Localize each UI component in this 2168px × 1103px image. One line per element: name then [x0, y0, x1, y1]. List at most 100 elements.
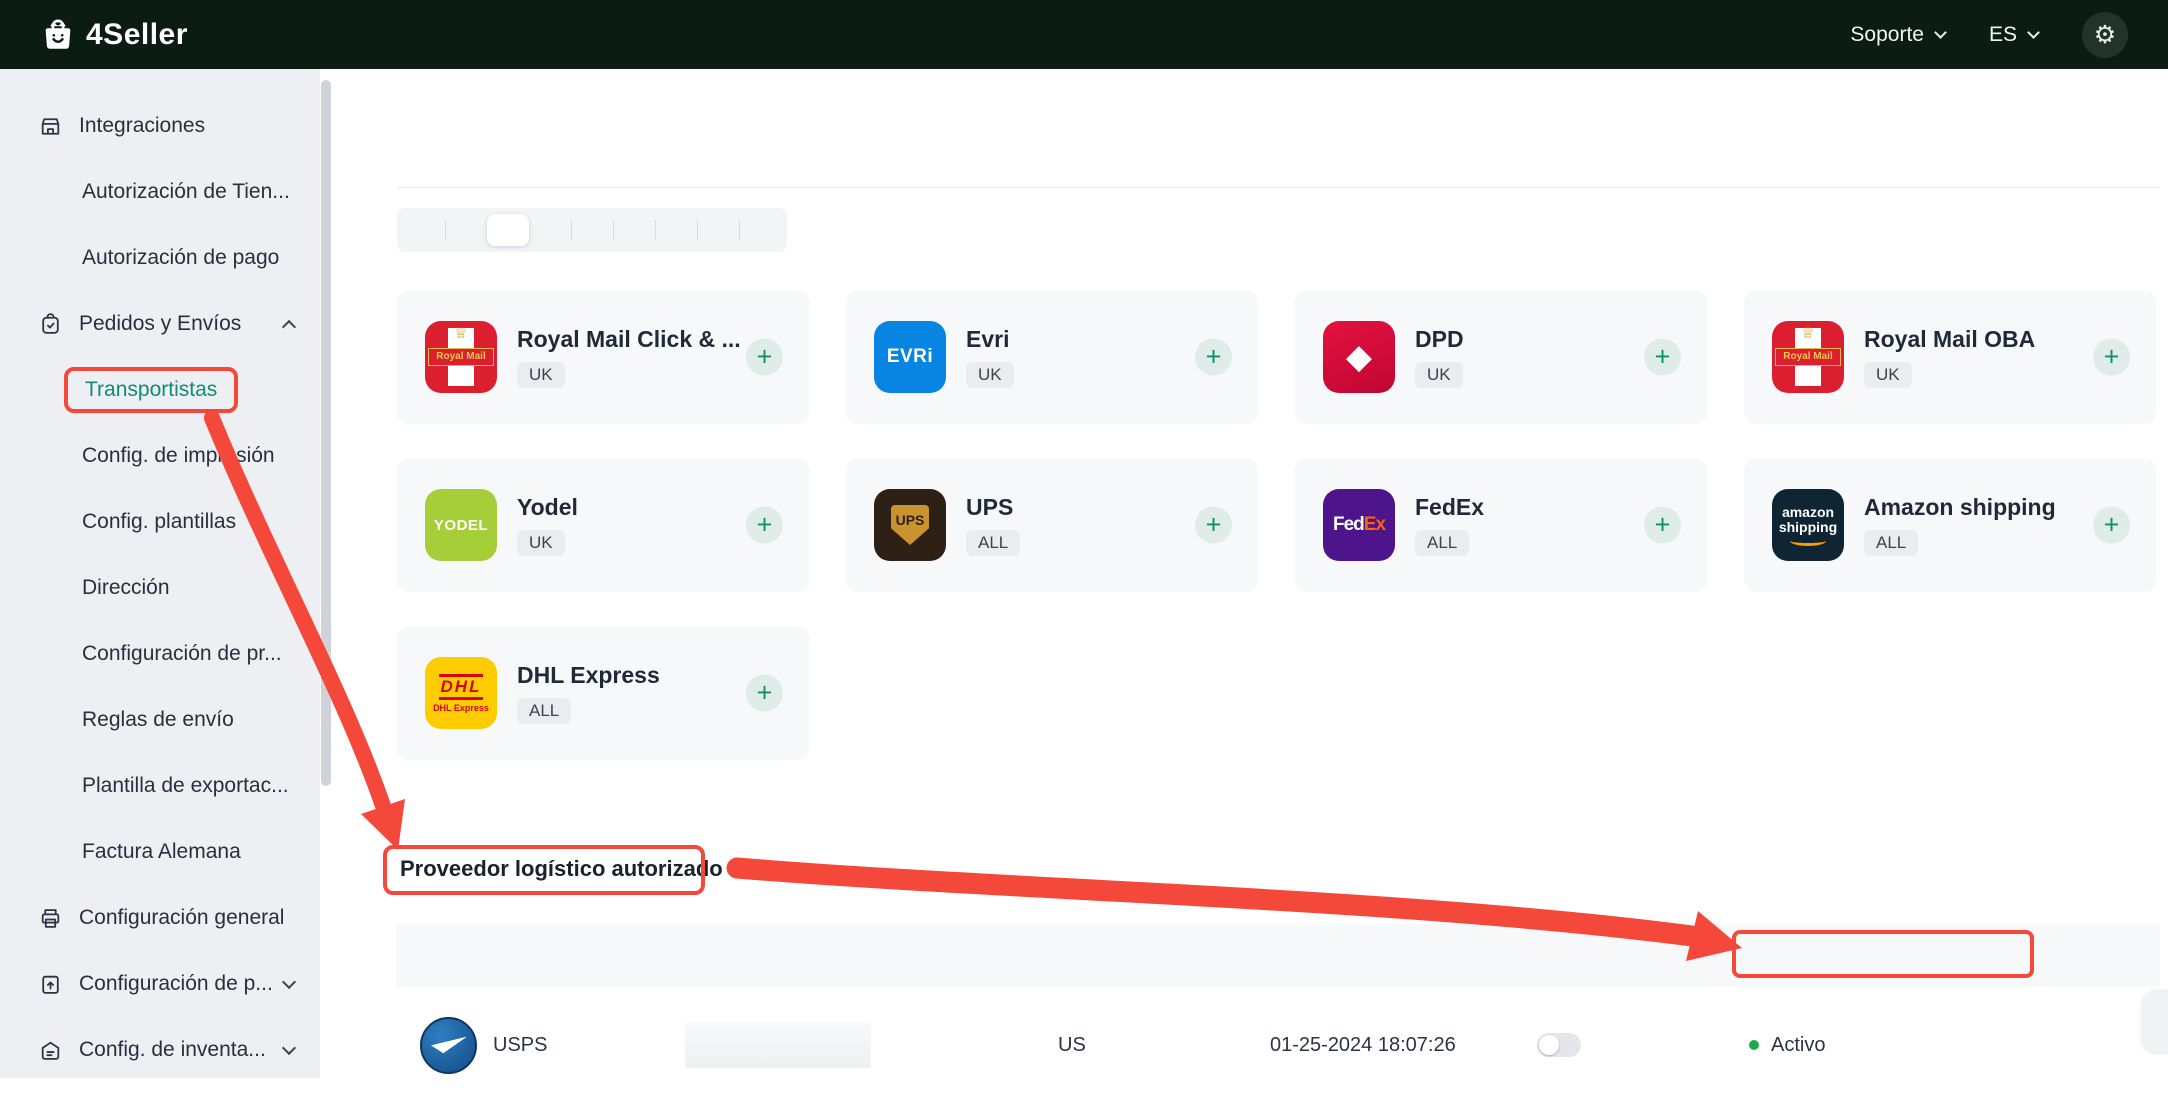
country-filter-chip[interactable]	[613, 214, 655, 246]
add-carrier-button[interactable]: +	[1195, 507, 1232, 544]
edge-floating-widget[interactable]	[2142, 990, 2168, 1052]
carrier-region-tag: UK	[1415, 362, 1463, 388]
carrier-card: Fed Ex FedEx ALL +	[1295, 458, 1707, 592]
logo-text: DHL	[439, 674, 484, 700]
add-carrier-button[interactable]: +	[1644, 339, 1681, 376]
plus-icon: +	[2104, 510, 2120, 540]
settings-button[interactable]: ⚙	[2082, 12, 2128, 58]
enabled-toggle-off[interactable]	[1537, 1033, 1581, 1057]
sidebar-item[interactable]: Reglas de envío	[0, 687, 320, 753]
sidebar-item[interactable]: Config. de impresión	[0, 423, 320, 489]
carrier-info: Evri UK	[966, 326, 1014, 388]
carrier-name: USPS	[493, 1034, 547, 1057]
amazon-smile-icon	[1790, 536, 1826, 546]
sidebar-item[interactable]: Config. plantillas	[0, 489, 320, 555]
country-filter-bar	[397, 208, 787, 252]
carrier-logo: ♕ Royal Mail	[1772, 321, 1844, 393]
add-carrier-button[interactable]: +	[2093, 339, 2130, 376]
carrier-card: ♕ Royal Mail Royal Mail Click & ... UK +	[397, 290, 809, 424]
sidebar-item[interactable]: Configuración general	[0, 885, 320, 951]
sidebar-item-label: Config. de impresión	[82, 444, 275, 468]
add-carrier-button[interactable]: +	[746, 675, 783, 712]
carrier-card: DHL DHL Express DHL Express ALL +	[397, 626, 809, 760]
country-filter-chip[interactable]	[739, 214, 781, 246]
add-carrier-button[interactable]: +	[2093, 507, 2130, 544]
add-carrier-button[interactable]: +	[1195, 339, 1232, 376]
add-carrier-button[interactable]: +	[746, 339, 783, 376]
sidebar-item[interactable]: Dirección	[0, 555, 320, 621]
carrier-logo: UPS	[874, 489, 946, 561]
carrier-info: DPD UK	[1415, 326, 1464, 388]
carrier-region-tag: UK	[1864, 362, 1912, 388]
carrier-card: amazon shipping Amazon shipping ALL +	[1744, 458, 2156, 592]
auth-status-cell: Activo	[1725, 1034, 1937, 1057]
sidebar-item-label: Autorización de pago	[82, 246, 279, 270]
logo-text: YODEL	[434, 517, 488, 534]
sidebar-item-label: Pedidos y Envíos	[79, 312, 241, 336]
logo-text: ◆	[1346, 340, 1372, 374]
sidebar-item[interactable]: Configuración de p...	[0, 951, 320, 1017]
auth-time-cell: 01-25-2024 18:07:26	[1246, 1034, 1513, 1057]
sidebar-scrollbar-thumb[interactable]	[321, 80, 331, 786]
chevron-icon	[282, 1040, 296, 1054]
shopping-bag-logo-icon	[40, 17, 76, 53]
sidebar-item[interactable]: Plantilla de exportac...	[0, 753, 320, 819]
chevron-icon	[282, 974, 296, 988]
logo-text: UPS	[891, 505, 929, 545]
sidebar-item[interactable]: Pedidos y Envíos	[0, 291, 320, 357]
sidebar-item[interactable]: Integraciones	[0, 93, 320, 159]
actions-cell	[1937, 1038, 2160, 1053]
country-filter-chip[interactable]	[697, 214, 739, 246]
top-nav: 4Seller Soporte ES ⚙	[0, 0, 2168, 69]
crown-icon: ♕	[425, 324, 497, 342]
plus-icon: +	[757, 510, 773, 540]
carrier-card: EVRi Evri UK +	[846, 290, 1258, 424]
country-filter-chip[interactable]	[403, 214, 445, 246]
plus-icon: +	[1206, 510, 1222, 540]
sidebar-item[interactable]: Configuración de pr...	[0, 621, 320, 687]
sidebar-item-label: Config. plantillas	[82, 510, 236, 534]
country-filter-chip[interactable]	[445, 214, 487, 246]
gear-icon: ⚙	[2094, 20, 2116, 50]
carrier-name: Evri	[966, 326, 1014, 353]
add-carrier-button[interactable]: +	[746, 507, 783, 544]
carrier-logo: YODEL	[425, 489, 497, 561]
sidebar-item[interactable]: Autorización de Tien...	[0, 159, 320, 225]
status-dot-icon	[1749, 1040, 1759, 1050]
carrier-region-tag: UK	[517, 362, 565, 388]
carrier-card: UPS UPS ALL +	[846, 458, 1258, 592]
sidebar-item-icon	[38, 972, 63, 997]
carrier-info: Royal Mail OBA UK	[1864, 326, 2035, 388]
sidebar-item-label: Plantilla de exportac...	[82, 774, 289, 798]
toggle-knob	[1539, 1035, 1559, 1055]
brand-logo[interactable]: 4Seller	[40, 17, 188, 53]
carrier-card: ◆ DPD UK +	[1295, 290, 1707, 424]
carrier-info: FedEx ALL	[1415, 494, 1484, 556]
carrier-grid: ♕ Royal Mail Royal Mail Click & ... UK +…	[397, 290, 2160, 760]
sidebar-item[interactable]: Transportistas	[0, 357, 320, 423]
carrier-logo: DHL DHL Express	[425, 657, 497, 729]
carrier-info: Yodel UK	[517, 494, 578, 556]
add-carrier-button[interactable]: +	[1644, 507, 1681, 544]
sidebar-item[interactable]: Factura Alemana	[0, 819, 320, 885]
country-filter-chip[interactable]	[529, 214, 571, 246]
support-dropdown[interactable]: Soporte	[1850, 23, 1945, 47]
language-dropdown[interactable]: ES	[1989, 23, 2038, 47]
sidebar: Integraciones Autorización de Tien... Au…	[0, 69, 320, 1078]
countries-cell: US	[1034, 1034, 1246, 1057]
carrier-name: Yodel	[517, 494, 578, 521]
logo-text: Royal Mail	[428, 348, 494, 366]
sidebar-item[interactable]: Config. de inventa...	[0, 1017, 320, 1083]
carrier-region-tag: ALL	[966, 530, 1020, 556]
country-filter-chip[interactable]	[571, 214, 613, 246]
carrier-name: DHL Express	[517, 662, 660, 689]
logo-text: Royal Mail	[1775, 348, 1841, 366]
language-label: ES	[1989, 23, 2017, 47]
carrier-info: Amazon shipping ALL	[1864, 494, 2056, 556]
country-filter-chip[interactable]	[487, 214, 529, 246]
logo-text: EVRi	[887, 346, 933, 368]
sidebar-item-label: Configuración de p...	[79, 972, 273, 996]
sidebar-item[interactable]: Autorización de pago	[0, 225, 320, 291]
country-filter-chip[interactable]	[655, 214, 697, 246]
section-title: Proveedor logístico autorizado	[400, 856, 723, 882]
